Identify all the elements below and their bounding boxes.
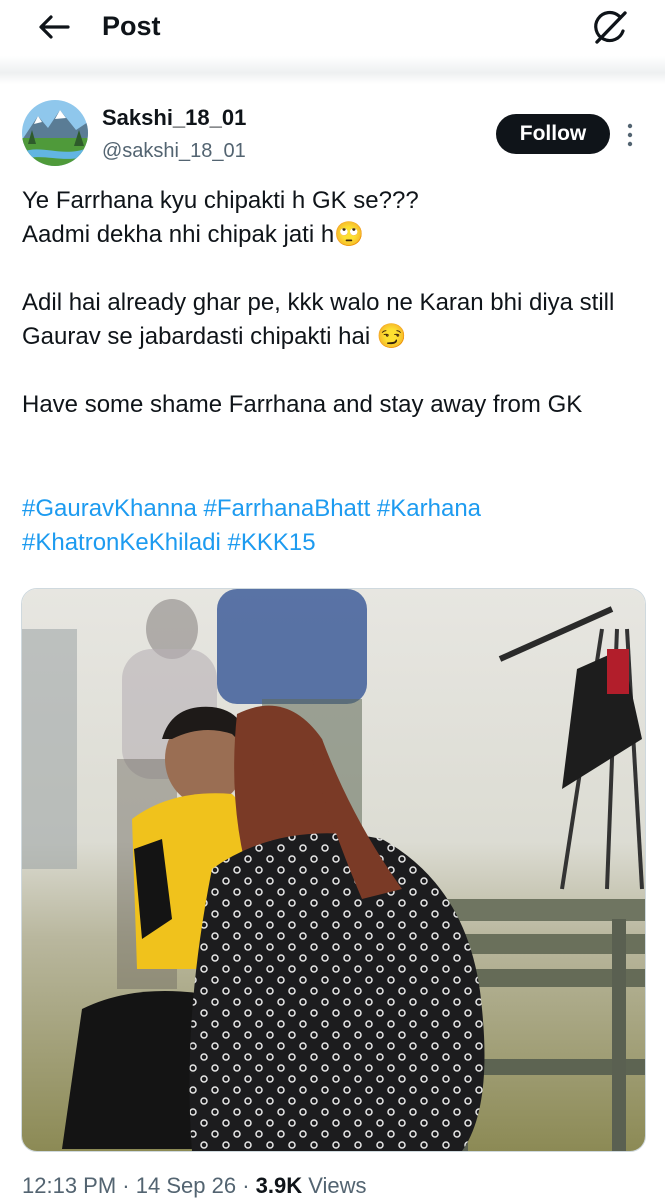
header-divider — [0, 56, 665, 84]
photo-couple-on-bench — [22, 589, 645, 1151]
tweet-line: Have some shame Farrhana and stay away f… — [22, 391, 583, 418]
views-count: 3.9K — [255, 1173, 303, 1198]
back-arrow-icon — [39, 15, 70, 39]
hashtag-link[interactable]: #GauravKhanna — [22, 495, 197, 522]
post-date[interactable]: 14 Sep 26 — [136, 1173, 236, 1198]
hashtag-link[interactable]: #KhatronKeKhiladi — [22, 529, 221, 556]
page-title: Post — [102, 11, 161, 41]
tweet-line: Ye Farrhana kyu chipakti h GK se??? — [22, 187, 419, 214]
separator-dot: · — [242, 1173, 256, 1198]
follow-button[interactable]: Follow — [496, 114, 610, 154]
hashtag-link[interactable]: #FarrhanaBhatt — [203, 495, 370, 522]
tweet-meta: 12:13 PM · 14 Sep 26 · 3.9K Views — [22, 1172, 367, 1200]
more-options-button[interactable] — [620, 120, 640, 150]
more-vertical-icon — [627, 123, 633, 147]
avatar[interactable] — [22, 100, 88, 166]
hashtag-link[interactable]: #KKK15 — [227, 529, 315, 556]
author-handle[interactable]: @sakshi_18_01 — [102, 138, 246, 164]
tweet-media-image[interactable] — [21, 588, 646, 1152]
hashtag-list: #GauravKhanna #FarrhanaBhatt #Karhana #K… — [22, 492, 647, 560]
hashtag-link[interactable]: #Karhana — [377, 495, 481, 522]
tweet-line: Aadmi dekha nhi chipak jati h🙄 — [22, 221, 365, 248]
post-time[interactable]: 12:13 PM — [22, 1173, 116, 1198]
tweet-text: Ye Farrhana kyu chipakti h GK se??? Aadm… — [22, 184, 647, 422]
grok-icon — [594, 10, 627, 44]
views-label: Views — [308, 1173, 367, 1198]
tweet-line: Adil hai already ghar pe, kkk walo ne Ka… — [22, 289, 615, 350]
back-button[interactable] — [34, 10, 74, 44]
top-bar: Post — [0, 0, 665, 56]
author-display-name[interactable]: Sakshi_18_01 — [102, 104, 246, 132]
separator-dot: · — [122, 1173, 136, 1198]
avatar-landscape-image — [22, 100, 88, 166]
grok-button[interactable] — [590, 8, 630, 48]
